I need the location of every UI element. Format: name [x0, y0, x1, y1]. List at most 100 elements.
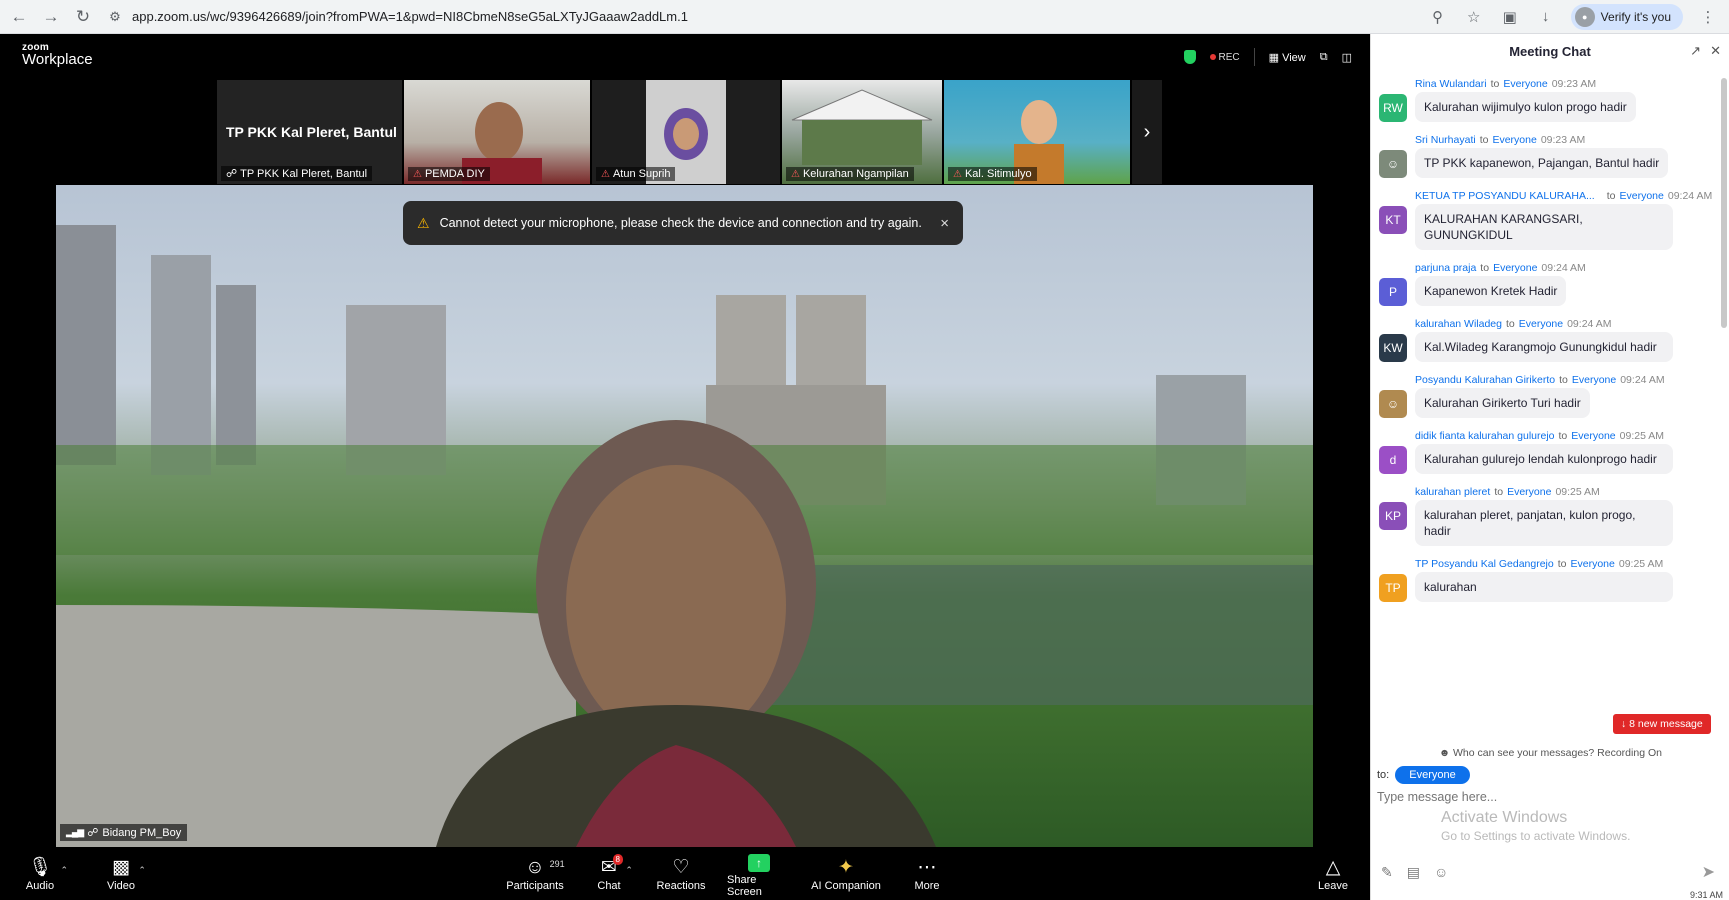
participant-tile[interactable]: ⚠ PEMDA DIY — [404, 80, 590, 184]
popout-icon[interactable]: ↗ — [1690, 43, 1701, 59]
leave-icon: △ — [1325, 856, 1341, 878]
avatar: ☺ — [1379, 150, 1407, 178]
verify-label: Verify it's you — [1600, 9, 1671, 24]
leave-label: Leave — [1318, 879, 1348, 892]
close-icon[interactable]: ✕ — [1710, 43, 1721, 59]
avatar: TP — [1379, 574, 1407, 602]
emoji-icon[interactable]: ☺ — [1434, 864, 1448, 881]
audio-button[interactable]: 🎙 ⌃ Audio — [24, 847, 68, 900]
chat-tools: ✎ ▤ ☺ — [1381, 864, 1448, 881]
logo-big: Workplace — [22, 51, 93, 68]
participant-tile[interactable]: ⚠ Atun Suprih — [592, 80, 780, 184]
tile-name-label: ⚠ PEMDA DIY — [408, 167, 490, 181]
participants-button[interactable]: ☺ 291 Participants — [506, 847, 564, 900]
encryption-shield-icon[interactable] — [1183, 50, 1196, 64]
reactions-button[interactable]: ♡ Reactions — [656, 847, 706, 900]
recording-indicator[interactable]: REC — [1209, 52, 1240, 63]
participants-count: 291 — [549, 858, 565, 869]
speaker-name: Bidang PM_Boy — [102, 826, 182, 839]
message-sender[interactable]: didik fianta kalurahan gulurejo — [1415, 430, 1555, 442]
message-sender[interactable]: Sri Nurhayati — [1415, 134, 1476, 146]
zoom-logo: zoom Workplace — [22, 42, 93, 68]
to-label: to: — [1377, 769, 1390, 781]
chevron-up-icon[interactable]: ⌃ — [625, 858, 633, 882]
share-screen-button[interactable]: ↑ Share Screen — [727, 847, 791, 900]
people-icon: ☻ — [1439, 747, 1451, 759]
ai-companion-button[interactable]: ✦ AI Companion — [810, 847, 882, 900]
site-info-icon[interactable]: ⚙ — [104, 9, 126, 25]
watermark-subtitle: Go to Settings to activate Windows. — [1441, 829, 1631, 843]
chat-scrollbar[interactable] — [1721, 78, 1727, 328]
key-icon[interactable]: ⚲ — [1427, 6, 1449, 28]
pin-icon: ☍ — [87, 827, 99, 839]
chevron-up-icon[interactable]: ⌃ — [138, 858, 146, 882]
chevron-up-icon[interactable]: ⌃ — [61, 858, 69, 882]
chat-message: d didik fianta kalurahan gulurejo to Every… — [1371, 428, 1716, 474]
active-speaker-video: ⚠ Cannot detect your microphone, please … — [56, 185, 1313, 847]
message-time: 09:24 AM — [1620, 374, 1665, 386]
view-label: View — [1282, 51, 1306, 64]
fullscreen-icon[interactable]: ◫ — [1342, 51, 1352, 64]
leave-button[interactable]: △ Leave — [1318, 847, 1348, 900]
recipient-select[interactable]: Everyone — [1395, 766, 1470, 784]
chat-message: ☺ Sri Nurhayati to Everyone 09:23 AM TP PKK… — [1371, 132, 1716, 178]
zoom-header: zoom Workplace REC ▦ View ⧉ ◫ — [0, 34, 1370, 78]
close-icon[interactable]: × — [940, 215, 949, 232]
more-button[interactable]: ⋯ More — [912, 847, 942, 900]
chat-icon: ✉ 8 ⌃ — [601, 853, 633, 880]
message-sender[interactable]: kalurahan Wiladeg — [1415, 318, 1502, 330]
message-sender[interactable]: kalurahan pleret — [1415, 486, 1490, 498]
message-time: 09:25 AM — [1619, 430, 1665, 442]
message-sender[interactable]: Posyandu Kalurahan Girikerto — [1415, 374, 1555, 386]
chat-message: RW Rina Wulandari to Everyone 09:23 AM Kalu… — [1371, 76, 1716, 122]
message-sender[interactable]: TP Posyandu Kal Gedangrejo — [1415, 558, 1554, 570]
view-button[interactable]: ▦ View — [1269, 51, 1306, 64]
new-message-button[interactable]: ↓ 8 new message — [1613, 714, 1711, 734]
format-icon[interactable]: ✎ — [1381, 864, 1393, 881]
reload-icon[interactable]: ↻ — [70, 4, 96, 30]
virtual-background — [56, 225, 1313, 847]
extensions-icon[interactable]: ▣ — [1499, 6, 1521, 28]
watermark-title: Activate Windows — [1441, 809, 1568, 826]
message-bubble: KALURAHAN KARANGSARI, GUNUNGKIDUL — [1415, 204, 1673, 250]
chat-message: KW kalurahan Wiladeg to Everyone 09:24 AM K… — [1371, 316, 1716, 362]
chat-button[interactable]: ✉ 8 ⌃ Chat — [595, 847, 633, 900]
share-screen-label: Share Screen — [727, 873, 762, 898]
tile-name-label: ⚠ Kal. Sitimulyo — [948, 167, 1037, 181]
mic-muted-icon: ⚠ — [953, 168, 962, 180]
video-button[interactable]: ▩ ⌃ Video — [103, 847, 146, 900]
more-label: More — [914, 879, 940, 892]
chat-message-list[interactable]: RW Rina Wulandari to Everyone 09:23 AM Kalu… — [1371, 76, 1716, 766]
chat-message-input[interactable] — [1377, 785, 1717, 809]
more-icon: ⋯ — [917, 856, 937, 878]
message-time: 09:24 AM — [1667, 190, 1713, 202]
verify-button[interactable]: ● Verify it's you — [1570, 3, 1683, 30]
message-sender[interactable]: KETUA TP POSYANDU KALURAHA... — [1415, 190, 1595, 202]
file-icon[interactable]: ▤ — [1407, 864, 1420, 881]
send-icon[interactable]: ➤ — [1702, 862, 1715, 882]
address-bar[interactable]: ⚙ app.zoom.us/wc/9396426689/join?fromPWA… — [104, 4, 1394, 30]
participant-tile[interactable]: ⚠ Kelurahan Ngampilan — [782, 80, 942, 184]
next-page-chevron-icon[interactable]: › — [1132, 80, 1162, 184]
kebab-menu-icon[interactable]: ⋮ — [1697, 6, 1719, 28]
pip-icon[interactable]: ⧉ — [1320, 51, 1328, 64]
message-sender[interactable]: Rina Wulandari — [1415, 78, 1487, 90]
message-time: 09:23 AM — [1551, 78, 1597, 90]
avatar: KW — [1379, 334, 1407, 362]
video-off-icon: ▩ ⌃ — [112, 856, 146, 880]
message-bubble: kalurahan — [1415, 572, 1673, 602]
star-icon[interactable]: ☆ — [1463, 6, 1485, 28]
privacy-notice[interactable]: ☻ Who can see your messages? Recording O… — [1371, 747, 1729, 759]
participants-icon: ☺ 291 — [525, 856, 564, 880]
forward-icon[interactable]: → — [38, 4, 64, 30]
message-time: 09:24 AM — [1567, 318, 1612, 330]
back-icon[interactable]: ← — [6, 4, 32, 30]
participant-tile[interactable]: TP PKK Kal Pleret, Bantul ☍ TP PKK Kal Pl… — [217, 80, 402, 184]
participant-tile[interactable]: ⚠ Kal. Sitimulyo — [944, 80, 1130, 184]
browser-toolbar: ← → ↻ ⚙ app.zoom.us/wc/9396426689/join?f… — [0, 0, 1729, 34]
sparkle-icon: ✦ — [838, 856, 854, 878]
message-bubble: kalurahan pleret, panjatan, kulon progo,… — [1415, 500, 1673, 546]
signal-bars-icon: ▂▄▆ — [66, 827, 84, 837]
message-sender[interactable]: parjuna praja — [1415, 262, 1476, 274]
download-icon[interactable]: ↓ — [1535, 6, 1557, 28]
